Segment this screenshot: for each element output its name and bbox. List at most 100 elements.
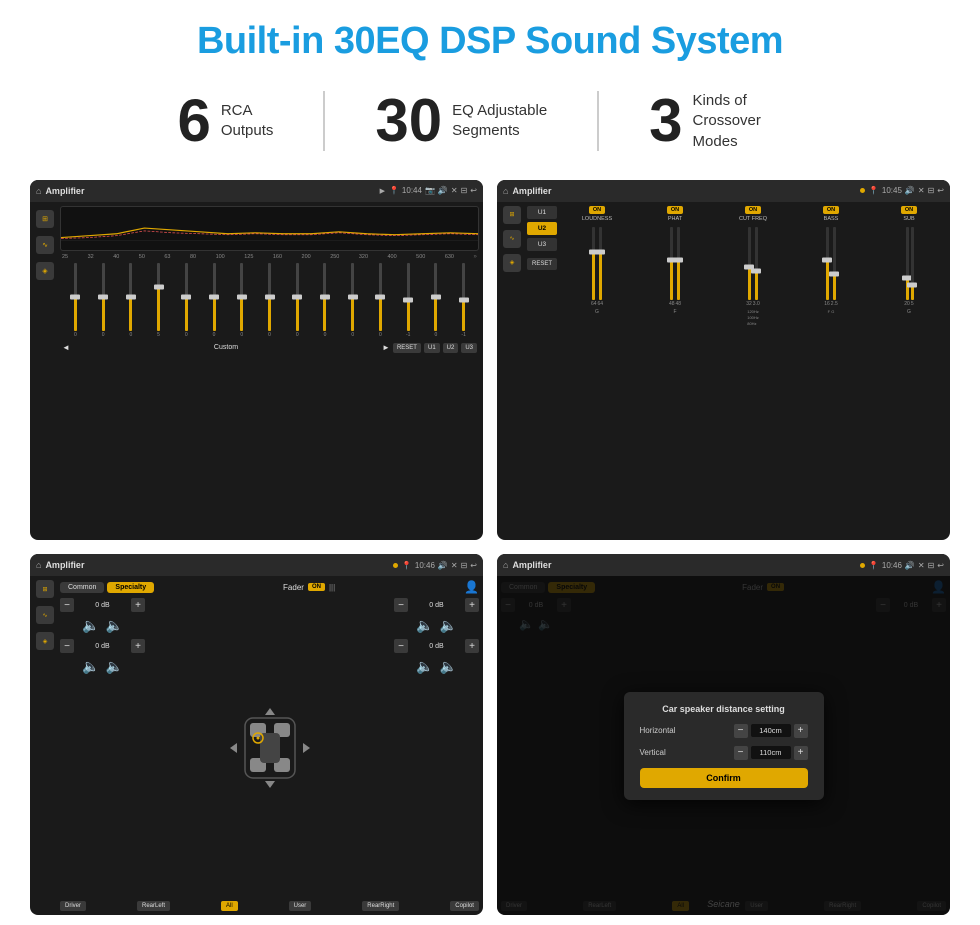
eq-sidebar-btn-1[interactable]: ⊞ xyxy=(36,210,54,228)
crossover-btn-3[interactable]: ◈ xyxy=(503,254,521,272)
crossover-reset-btn[interactable]: RESET xyxy=(527,258,557,270)
bass-label: BASS xyxy=(824,216,839,222)
location-icon-4: 📍 xyxy=(869,561,879,570)
loudness-on[interactable]: ON xyxy=(589,206,605,214)
eq-slider-12[interactable]: -1 xyxy=(395,263,422,338)
eq-slider-13[interactable]: 0 xyxy=(423,263,450,338)
screen-eq-body: ⊞ ∿ ◈ 25 xyxy=(30,202,483,541)
vol-minus-1[interactable]: − xyxy=(60,598,74,612)
vol-plus-3[interactable]: + xyxy=(465,598,479,612)
vol-value-3: 0 dB xyxy=(411,602,462,609)
phat-on[interactable]: ON xyxy=(667,206,683,214)
vertical-plus-btn[interactable]: + xyxy=(794,746,808,760)
vol-minus-4[interactable]: − xyxy=(394,639,408,653)
eq-next-btn[interactable]: ► xyxy=(382,343,390,352)
fader-sliders-icon: ||| xyxy=(329,583,335,592)
eq-u2-btn[interactable]: U2 xyxy=(443,343,459,353)
screen-eq-topbar: ⌂ Amplifier ▶ 📍 10:44 📷 🔊 ✕ ⊟ ↩ xyxy=(30,180,483,202)
home-icon: ⌂ xyxy=(36,186,41,196)
eq-slider-14[interactable]: -1 xyxy=(450,263,477,338)
fader-sidebar: ⊞ ∿ ◈ xyxy=(34,580,56,911)
stat-rca: 6 RCAOutputs xyxy=(127,91,323,151)
eq-u1-btn[interactable]: U1 xyxy=(424,343,440,353)
sub-on[interactable]: ON xyxy=(901,206,917,214)
crossover-u1-btn[interactable]: U1 xyxy=(527,206,557,219)
eq-slider-1[interactable]: 0 xyxy=(90,263,117,338)
copilot-btn[interactable]: Copilot xyxy=(450,901,479,911)
vol-value-1: 0 dB xyxy=(77,602,128,609)
vol-row-3: − 0 dB + xyxy=(394,598,479,612)
speaker-icons-left2: 🔈 🔈 xyxy=(60,658,145,675)
eq-prev-btn[interactable]: ◄ xyxy=(62,343,70,352)
fader-btn-3[interactable]: ◈ xyxy=(36,632,54,650)
vol-minus-3[interactable]: − xyxy=(394,598,408,612)
speaker-icons-right2: 🔈 🔈 xyxy=(394,658,479,675)
eq-slider-11[interactable]: 0 xyxy=(367,263,394,338)
screen-dialog-body: Common Specialty Fader ON 👤 − xyxy=(497,576,950,915)
fader-btn-2[interactable]: ∿ xyxy=(36,606,54,624)
crossover-u2-btn[interactable]: U2 xyxy=(527,222,557,235)
window-icon-2: ⊟ xyxy=(928,186,935,195)
back-icon-4: ↩ xyxy=(937,561,944,570)
cutfreq-on[interactable]: ON xyxy=(745,206,761,214)
eq-sidebar-btn-3[interactable]: ◈ xyxy=(36,262,54,280)
eq-slider-8[interactable]: 0 xyxy=(284,263,311,338)
eq-sidebar-btn-2[interactable]: ∿ xyxy=(36,236,54,254)
speaker-r2-icon: 🔈 xyxy=(440,617,457,634)
screen-fader: ⌂ Amplifier 📍 10:46 🔊 ✕ ⊟ ↩ ⊞ ∿ ◈ xyxy=(30,554,483,915)
eq-slider-3[interactable]: 5 xyxy=(145,263,172,338)
eq-slider-0[interactable]: 0 xyxy=(62,263,89,338)
crossover-btn-2[interactable]: ∿ xyxy=(503,230,521,248)
home-icon-2: ⌂ xyxy=(503,186,508,196)
tab-specialty[interactable]: Specialty xyxy=(107,582,154,593)
channel-bass: ON BASS 16 2.5 F G xyxy=(794,206,868,326)
eq-reset-btn[interactable]: RESET xyxy=(393,343,421,353)
home-icon-3: ⌂ xyxy=(36,560,41,570)
user-btn[interactable]: User xyxy=(289,901,312,911)
eq-slider-10[interactable]: 0 xyxy=(339,263,366,338)
vol-plus-1[interactable]: + xyxy=(131,598,145,612)
eq-slider-5[interactable]: 0 xyxy=(201,263,228,338)
vol-plus-4[interactable]: + xyxy=(465,639,479,653)
vol-row-2: − 0 dB + xyxy=(60,639,145,653)
crossover-main: U1 U2 U3 RESET ON LOUDNESS xyxy=(527,206,946,537)
horizontal-minus-btn[interactable]: − xyxy=(734,724,748,738)
crossover-btn-1[interactable]: ⊞ xyxy=(503,206,521,224)
fader-btn-1[interactable]: ⊞ xyxy=(36,580,54,598)
screen-dialog-topbar: ⌂ Amplifier 📍 10:46 🔊 ✕ ⊟ ↩ xyxy=(497,554,950,576)
vol-minus-2[interactable]: − xyxy=(60,639,74,653)
screen-fader-title: Amplifier xyxy=(45,560,84,570)
screen-eq: ⌂ Amplifier ▶ 📍 10:44 📷 🔊 ✕ ⊟ ↩ ⊞ ∿ xyxy=(30,180,483,541)
vertical-minus-btn[interactable]: − xyxy=(734,746,748,760)
location-icon-2: 📍 xyxy=(869,186,879,195)
bass-on[interactable]: ON xyxy=(823,206,839,214)
screen-fader-topbar: ⌂ Amplifier 📍 10:46 🔊 ✕ ⊟ ↩ xyxy=(30,554,483,576)
screen-crossover-body: ⊞ ∿ ◈ U1 U2 U3 RESET xyxy=(497,202,950,541)
tab-common[interactable]: Common xyxy=(60,582,104,593)
horizontal-label: Horizontal xyxy=(640,726,676,735)
rearleft-btn[interactable]: RearLeft xyxy=(137,901,170,911)
eq-slider-9[interactable]: 0 xyxy=(312,263,339,338)
speaker-icons-right: 🔈 🔈 xyxy=(394,617,479,634)
vol-value-2: 0 dB xyxy=(77,643,128,650)
eq-u3-btn[interactable]: U3 xyxy=(461,343,477,353)
all-btn[interactable]: All xyxy=(221,901,238,911)
crossover-u3-btn[interactable]: U3 xyxy=(527,238,557,251)
vol-plus-2[interactable]: + xyxy=(131,639,145,653)
driver-btn[interactable]: Driver xyxy=(60,901,86,911)
fader-on-badge[interactable]: ON xyxy=(308,583,325,591)
eq-slider-7[interactable]: 0 xyxy=(256,263,283,338)
confirm-button[interactable]: Confirm xyxy=(640,768,808,788)
eq-slider-4[interactable]: 0 xyxy=(173,263,200,338)
car-diagram-svg xyxy=(225,703,315,793)
screen-dialog: ⌂ Amplifier 📍 10:46 🔊 ✕ ⊟ ↩ Commo xyxy=(497,554,950,915)
rearright-btn[interactable]: RearRight xyxy=(362,901,399,911)
eq-slider-6[interactable]: 0 xyxy=(228,263,255,338)
horizontal-plus-btn[interactable]: + xyxy=(794,724,808,738)
vol-row-1: − 0 dB + xyxy=(60,598,145,612)
dialog-overlay: Car speaker distance setting Horizontal … xyxy=(497,576,950,915)
speaker-left-icon: 🔈 xyxy=(82,617,99,634)
phat-label: PHAT xyxy=(668,216,682,222)
eq-slider-2[interactable]: 0 xyxy=(117,263,144,338)
screens-grid: ⌂ Amplifier ▶ 📍 10:44 📷 🔊 ✕ ⊟ ↩ ⊞ ∿ xyxy=(30,180,950,915)
